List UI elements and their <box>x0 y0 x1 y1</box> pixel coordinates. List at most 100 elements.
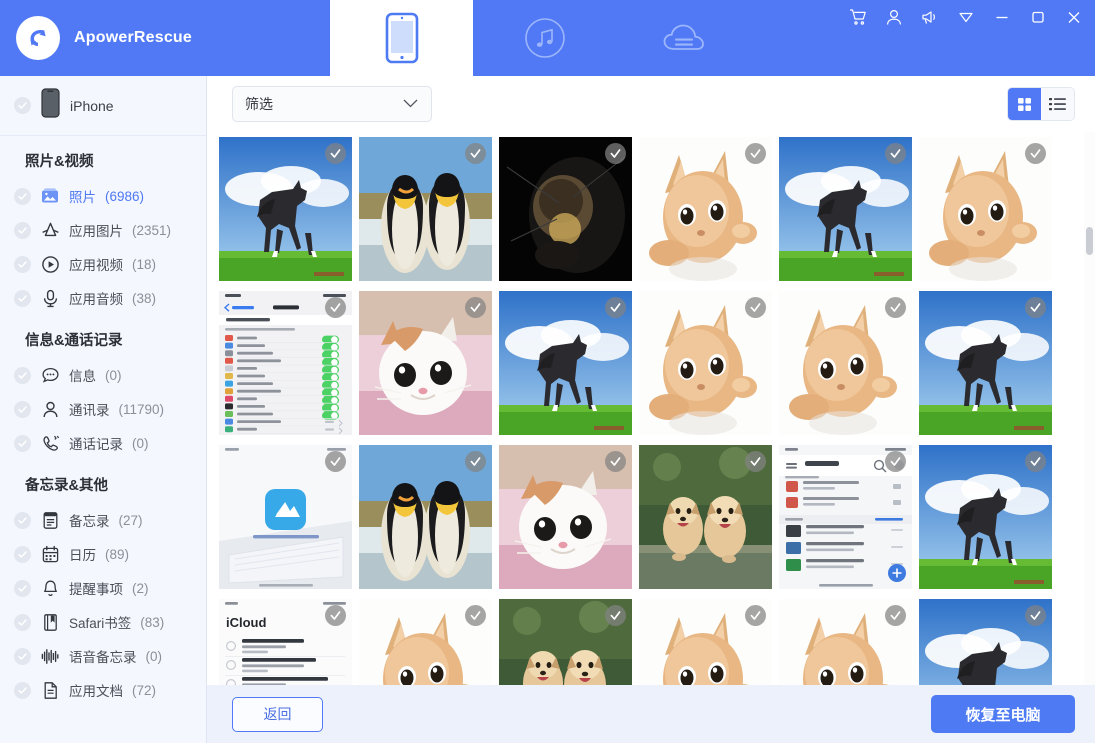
checkmark-icon[interactable] <box>605 297 626 318</box>
gallery-scrollbar-thumb[interactable] <box>1086 227 1093 255</box>
item-checkbox[interactable] <box>14 367 31 384</box>
sidebar-item-voice-memo[interactable]: 语音备忘录(0) <box>0 639 206 673</box>
grid-view-button[interactable] <box>1008 88 1041 120</box>
tab-icloud[interactable] <box>616 0 759 76</box>
checkmark-icon[interactable] <box>1025 297 1046 318</box>
photo-thumbnail[interactable] <box>919 137 1052 281</box>
sidebar-section-title: 照片&视频 <box>0 136 206 179</box>
tab-iphone[interactable] <box>330 0 473 76</box>
checkmark-icon[interactable] <box>885 451 906 472</box>
sidebar-item-calendar[interactable]: 日历(89) <box>0 537 206 571</box>
photo-thumbnail[interactable] <box>359 137 492 281</box>
photo-thumbnail[interactable] <box>499 291 632 435</box>
photo-thumbnail[interactable] <box>359 599 492 685</box>
checkmark-icon[interactable] <box>325 297 346 318</box>
gallery-scrollbar[interactable] <box>1084 132 1095 685</box>
checkmark-icon[interactable] <box>325 451 346 472</box>
application-window: ApowerRescue <box>0 0 1095 743</box>
notes-icon <box>40 510 60 530</box>
sidebar-item-safari-bookmark[interactable]: Safari书签(83) <box>0 605 206 639</box>
checkmark-icon[interactable] <box>1025 143 1046 164</box>
sidebar-item-reminder-bell[interactable]: 提醒事项(2) <box>0 571 206 605</box>
photo-thumbnail[interactable] <box>499 137 632 281</box>
device-checkbox[interactable] <box>14 97 31 114</box>
sidebar-item-app-video[interactable]: 应用视频(18) <box>0 247 206 281</box>
checkmark-icon[interactable] <box>1025 605 1046 626</box>
sidebar-item-call-history[interactable]: 通话记录(0) <box>0 426 206 460</box>
photo-thumbnail[interactable] <box>779 599 912 685</box>
checkmark-icon[interactable] <box>605 143 626 164</box>
checkmark-icon[interactable] <box>885 605 906 626</box>
item-checkbox[interactable] <box>14 256 31 273</box>
photo-thumbnail[interactable] <box>919 599 1052 685</box>
menu-icon[interactable] <box>955 6 977 28</box>
minimize-button[interactable] <box>991 6 1013 28</box>
photo-thumbnail[interactable] <box>219 445 352 589</box>
apower-logo-icon <box>16 16 60 60</box>
app-photo-icon <box>40 220 60 240</box>
photo-thumbnail[interactable] <box>219 291 352 435</box>
item-checkbox[interactable] <box>14 435 31 452</box>
photo-thumbnail[interactable] <box>499 599 632 685</box>
sidebar-device-iphone[interactable]: iPhone <box>0 76 206 136</box>
recover-to-computer-button[interactable]: 恢复至电脑 <box>931 695 1075 733</box>
item-checkbox[interactable] <box>14 682 31 699</box>
checkmark-icon[interactable] <box>465 605 486 626</box>
item-checkbox[interactable] <box>14 580 31 597</box>
sidebar-item-notes[interactable]: 备忘录(27) <box>0 503 206 537</box>
checkmark-icon[interactable] <box>465 451 486 472</box>
sidebar-item-message[interactable]: 信息(0) <box>0 358 206 392</box>
checkmark-icon[interactable] <box>325 143 346 164</box>
item-checkbox[interactable] <box>14 546 31 563</box>
photo-thumbnail[interactable] <box>919 291 1052 435</box>
photo-thumbnail[interactable] <box>359 291 492 435</box>
photo-thumbnail[interactable] <box>639 599 772 685</box>
checkmark-icon[interactable] <box>465 143 486 164</box>
item-checkbox[interactable] <box>14 648 31 665</box>
photo-grid: iCloud <box>207 132 1095 685</box>
cart-icon[interactable] <box>847 6 869 28</box>
account-icon[interactable] <box>883 6 905 28</box>
checkmark-icon[interactable] <box>745 451 766 472</box>
item-checkbox[interactable] <box>14 290 31 307</box>
photo-thumbnail[interactable] <box>359 445 492 589</box>
photo-thumbnail[interactable] <box>779 291 912 435</box>
close-button[interactable] <box>1063 6 1085 28</box>
photo-thumbnail[interactable] <box>919 445 1052 589</box>
photo-thumbnail[interactable] <box>639 137 772 281</box>
checkmark-icon[interactable] <box>885 297 906 318</box>
checkmark-icon[interactable] <box>745 605 766 626</box>
sidebar-item-count: (83) <box>140 615 164 630</box>
photo-thumbnail[interactable]: iCloud <box>219 599 352 685</box>
photo-thumbnail[interactable] <box>639 291 772 435</box>
tab-itunes[interactable] <box>473 0 616 76</box>
announcement-icon[interactable] <box>919 6 941 28</box>
sidebar-item-app-document[interactable]: 应用文档(72) <box>0 673 206 707</box>
item-checkbox[interactable] <box>14 188 31 205</box>
item-checkbox[interactable] <box>14 512 31 529</box>
photo-thumbnail[interactable] <box>219 137 352 281</box>
checkmark-icon[interactable] <box>745 143 766 164</box>
photo-thumbnail[interactable] <box>779 137 912 281</box>
checkmark-icon[interactable] <box>885 143 906 164</box>
item-checkbox[interactable] <box>14 401 31 418</box>
sidebar-item-contacts[interactable]: 通讯录(11790) <box>0 392 206 426</box>
checkmark-icon[interactable] <box>605 605 626 626</box>
sidebar-item-app-photo[interactable]: 应用图片(2351) <box>0 213 206 247</box>
list-view-button[interactable] <box>1041 88 1074 120</box>
checkmark-icon[interactable] <box>605 451 626 472</box>
checkmark-icon[interactable] <box>745 297 766 318</box>
photo-thumbnail[interactable] <box>779 445 912 589</box>
photo-thumbnail[interactable] <box>499 445 632 589</box>
checkmark-icon[interactable] <box>1025 451 1046 472</box>
item-checkbox[interactable] <box>14 222 31 239</box>
maximize-button[interactable] <box>1027 6 1049 28</box>
checkmark-icon[interactable] <box>465 297 486 318</box>
back-button[interactable]: 返回 <box>232 697 323 732</box>
filter-dropdown[interactable]: 筛选 <box>232 86 432 122</box>
checkmark-icon[interactable] <box>325 605 346 626</box>
sidebar-item-app-audio[interactable]: 应用音频(38) <box>0 281 206 315</box>
photo-thumbnail[interactable] <box>639 445 772 589</box>
sidebar-item-photo[interactable]: 照片(6986) <box>0 179 206 213</box>
item-checkbox[interactable] <box>14 614 31 631</box>
